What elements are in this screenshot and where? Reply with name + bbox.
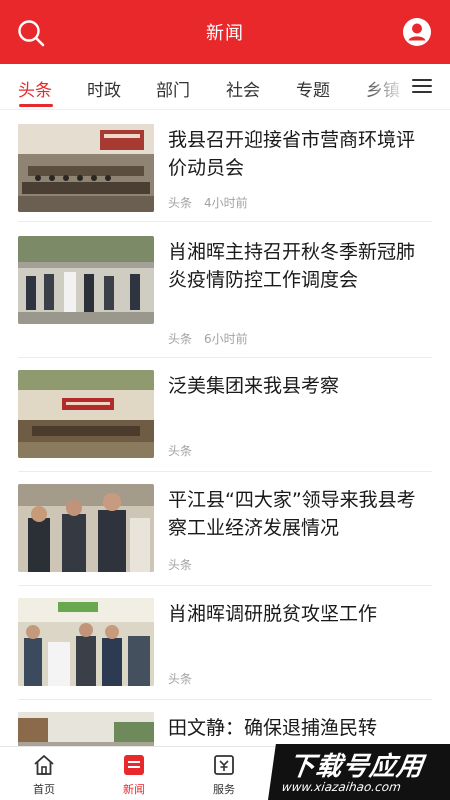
menu-icon[interactable]: [410, 75, 436, 97]
tab-fade: [360, 64, 408, 108]
app-header: 新闻: [0, 0, 450, 64]
news-meta: 头条: [168, 442, 192, 459]
news-title: 平江县“四大家”领导来我县考察工业经济发展情况: [168, 489, 416, 539]
news-source: 头条: [168, 196, 193, 210]
active-tab-indicator: [19, 104, 53, 107]
news-item[interactable]: 泛美集团来我县考察 头条: [0, 358, 450, 472]
tab-politics[interactable]: 时政: [87, 76, 121, 101]
news-meta: 头条 4小时前: [168, 194, 248, 211]
nav-service[interactable]: 服务: [194, 753, 254, 797]
news-title: 我县召开迎接省市营商环境评价动员会: [168, 129, 416, 179]
tab-topics[interactable]: 专题: [296, 76, 330, 101]
news-meta: 头条 6小时前: [168, 330, 248, 347]
news-item[interactable]: 平江县“四大家”领导来我县考察工业经济发展情况 头条: [0, 472, 450, 586]
nav-service-label: 服务: [213, 783, 235, 796]
news-item[interactable]: 我县召开迎接省市营商环境评价动员会 头条 4小时前: [0, 110, 450, 222]
nav-home[interactable]: 首页: [14, 753, 74, 797]
news-list: 我县召开迎接省市营商环境评价动员会 头条 4小时前 肖湘晖主持召开秋冬季新冠肺炎疫…: [0, 110, 450, 746]
news-time: 6小时前: [204, 332, 248, 346]
news-item[interactable]: 肖湘晖调研脱贫攻坚工作 头条: [0, 586, 450, 700]
news-time: 4小时前: [204, 196, 248, 210]
page-title: 新闻: [206, 23, 244, 44]
user-icon[interactable]: [402, 17, 432, 47]
news-title: 泛美集团来我县考察: [168, 375, 340, 397]
tab-society[interactable]: 社会: [226, 76, 260, 101]
news-meta: 头条: [168, 670, 192, 687]
news-item[interactable]: 田文静：确保退捕渔民转: [0, 700, 450, 746]
news-source: 头条: [168, 672, 193, 686]
news-thumbnail: [18, 370, 154, 458]
home-icon: [34, 755, 54, 775]
news-thumbnail: [18, 124, 154, 212]
news-source: 头条: [168, 332, 193, 346]
watermark-url: www.xiazaihao.com: [280, 780, 402, 794]
news-source: 头条: [168, 444, 193, 458]
news-thumbnail: [18, 236, 154, 324]
news-thumbnail: [18, 598, 154, 686]
nav-news[interactable]: 新闻: [104, 753, 164, 797]
news-item[interactable]: 肖湘晖主持召开秋冬季新冠肺炎疫情防控工作调度会 头条 6小时前: [0, 222, 450, 358]
tab-departments[interactable]: 部门: [156, 76, 190, 101]
service-icon: [214, 755, 234, 775]
watermark-text: 下载号应用: [286, 752, 426, 782]
news-title: 肖湘晖主持召开秋冬季新冠肺炎疫情防控工作调度会: [168, 241, 416, 291]
search-icon[interactable]: [16, 18, 46, 48]
news-thumbnail: [18, 484, 154, 572]
tab-headlines[interactable]: 头条: [18, 76, 52, 101]
watermark-logo: 下载号应用 www.xiazaihao.com: [268, 744, 450, 800]
nav-news-label: 新闻: [123, 783, 145, 796]
category-tabs: 头条 时政 部门 社会 专题 乡镇: [0, 64, 450, 110]
news-title: 肖湘晖调研脱贫攻坚工作: [168, 603, 378, 625]
news-meta: 头条: [168, 556, 192, 573]
news-icon: [124, 755, 144, 775]
news-thumbnail: [18, 712, 154, 746]
nav-home-label: 首页: [33, 783, 55, 796]
news-source: 头条: [168, 558, 193, 572]
news-title: 田文静：确保退捕渔民转: [168, 717, 378, 739]
